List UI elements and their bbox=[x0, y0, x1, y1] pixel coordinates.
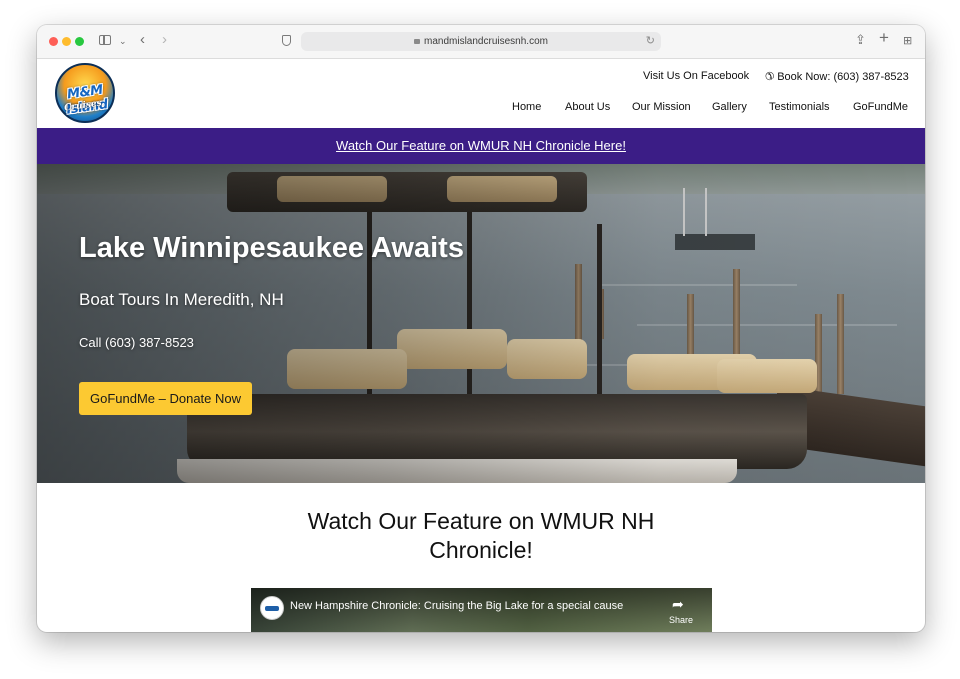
tab-overview-icon[interactable]: ⊞ bbox=[903, 35, 912, 48]
forward-arrow-icon[interactable]: › bbox=[162, 32, 167, 47]
browser-window: ⌄ ‹ › mandmislandcruisesnh.com ↻ ⇪ + ⊞ M… bbox=[37, 25, 925, 632]
book-now-link[interactable]: ✆ Book Now: (603) 387-8523 bbox=[765, 70, 909, 83]
hero-call-text[interactable]: Call (603) 387-8523 bbox=[79, 335, 194, 350]
zoom-window-button[interactable] bbox=[75, 37, 84, 46]
video-embed[interactable]: New Hampshire Chronicle: Cruising the Bi… bbox=[251, 588, 712, 632]
facebook-link[interactable]: Visit Us On Facebook bbox=[643, 70, 749, 82]
back-arrow-icon[interactable]: ‹ bbox=[140, 32, 145, 47]
announcement-banner: Watch Our Feature on WMUR NH Chronicle H… bbox=[37, 128, 925, 164]
chevron-down-icon[interactable]: ⌄ bbox=[119, 35, 127, 48]
feature-heading: Watch Our Feature on WMUR NH Chronicle! bbox=[307, 508, 655, 563]
url-text: mandmislandcruisesnh.com bbox=[424, 36, 548, 47]
nav-item-our-mission[interactable]: Our Mission bbox=[632, 101, 691, 113]
minimize-window-button[interactable] bbox=[62, 37, 71, 46]
phone-icon: ✆ bbox=[765, 71, 775, 83]
hero-subtitle: Boat Tours In Meredith, NH bbox=[79, 290, 284, 309]
browser-toolbar: ⌄ ‹ › mandmislandcruisesnh.com ↻ ⇪ + ⊞ bbox=[37, 25, 925, 59]
video-share-label[interactable]: Share bbox=[669, 615, 693, 625]
book-now-text: Book Now: (603) 387-8523 bbox=[777, 71, 909, 83]
share-arrow-icon[interactable]: ➦ bbox=[672, 596, 684, 613]
close-window-button[interactable] bbox=[49, 37, 58, 46]
address-bar[interactable]: mandmislandcruisesnh.com ↻ bbox=[301, 32, 661, 51]
nav-item-gallery[interactable]: Gallery bbox=[712, 101, 747, 113]
nav-item-gofundme[interactable]: GoFundMe bbox=[853, 101, 908, 113]
share-icon[interactable]: ⇪ bbox=[855, 33, 866, 46]
reload-icon[interactable]: ↻ bbox=[646, 32, 655, 51]
nav-item-home[interactable]: Home bbox=[512, 101, 541, 113]
video-title[interactable]: New Hampshire Chronicle: Cruising the Bi… bbox=[290, 600, 623, 612]
gofundme-donate-button[interactable]: GoFundMe – Donate Now bbox=[79, 382, 252, 415]
new-tab-icon[interactable]: + bbox=[879, 29, 889, 46]
nav-item-about-us[interactable]: About Us bbox=[565, 101, 610, 113]
channel-avatar[interactable] bbox=[260, 596, 284, 620]
site-header: M&M Island Cruises Visit Us On Facebook … bbox=[37, 59, 925, 128]
nav-item-testimonials[interactable]: Testimonials bbox=[769, 101, 830, 113]
privacy-shield-icon[interactable] bbox=[282, 35, 291, 46]
hero-section: Lake Winnipesaukee Awaits Boat Tours In … bbox=[37, 164, 925, 483]
site-logo[interactable]: M&M Island Cruises bbox=[47, 63, 125, 125]
hero-title: Lake Winnipesaukee Awaits bbox=[79, 232, 464, 264]
wmur-feature-link[interactable]: Watch Our Feature on WMUR NH Chronicle H… bbox=[336, 138, 626, 153]
lock-icon bbox=[414, 39, 421, 44]
sidebar-toggle-icon[interactable] bbox=[99, 35, 111, 45]
